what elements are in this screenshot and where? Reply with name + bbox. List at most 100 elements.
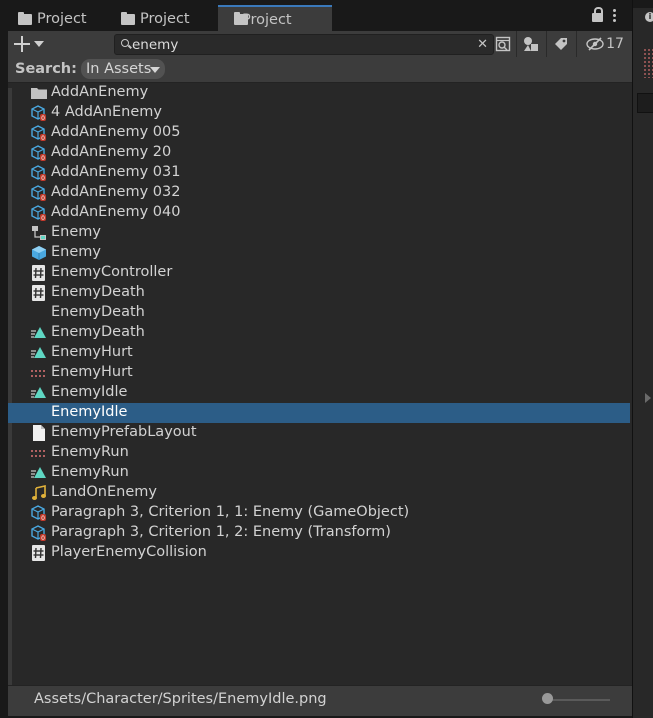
tab-project-3[interactable]: Project [218,5,332,33]
inspector-field[interactable] [637,93,653,113]
animation-clip-icon [31,385,47,401]
asset-row[interactable]: EnemyDeath [8,303,630,323]
asset-row[interactable]: 0 AddAnEnemy 031 [8,163,630,183]
hidden-count: 17 [606,36,624,52]
asset-row[interactable]: EnemyDeath [8,283,630,303]
shapes-filter-icon [524,37,538,51]
blank-icon [31,305,47,321]
folder-icon [121,12,135,25]
script-icon [31,545,47,561]
asset-row[interactable]: EnemyRun [8,463,630,483]
prefab-icon [31,245,47,261]
search-by-type-button[interactable] [492,33,514,55]
asset-name: AddAnEnemy [51,84,149,100]
tab-project-2[interactable]: Project [121,7,190,31]
asset-name: Paragraph 3, Criterion 1, 2: Enemy (Tran… [51,524,391,540]
svg-text:0: 0 [41,515,45,521]
search-field[interactable]: ✕ [114,34,494,55]
asset-row[interactable]: 0 4 AddAnEnemy [8,103,630,123]
asset-row[interactable]: 0 AddAnEnemy 032 [8,183,630,203]
asset-name: EnemyDeath [51,284,145,300]
search-input[interactable] [132,35,467,54]
asset-row[interactable]: PlayerEnemyCollision [8,543,630,563]
selected-asset-path: Assets/Character/Sprites/EnemyIdle.png [34,691,327,707]
search-icon [121,39,129,47]
animator-controller-icon [31,225,47,241]
sprite-sheet-icon [31,445,47,461]
kebab-menu-icon[interactable] [613,9,616,22]
prefab-variant-icon: 0 [31,205,47,222]
tab-project-1[interactable]: Project [18,7,87,31]
svg-text:0: 0 [41,155,45,161]
grid-dots-icon [643,48,653,78]
lock-icon[interactable] [592,7,603,22]
tab-strip: Project Project Project [0,0,632,33]
asset-name: EnemyDeath [51,304,145,320]
asset-row[interactable]: 0 AddAnEnemy 20 [8,143,630,163]
tab-label: Project [37,11,87,27]
create-button[interactable] [14,34,50,54]
asset-name: EnemyController [51,264,173,280]
svg-text:0: 0 [41,535,45,541]
hidden-packages-button[interactable]: 17 [584,33,626,55]
folder-icon [234,12,248,25]
asset-row[interactable]: AddAnEnemy [8,83,630,103]
asset-name: PlayerEnemyCollision [51,544,207,560]
asset-row[interactable]: 0 AddAnEnemy 005 [8,123,630,143]
asset-name: EnemyPrefabLayout [51,424,197,440]
asset-name: AddAnEnemy 20 [51,144,172,160]
tag-icon [555,38,567,50]
script-icon [31,285,47,301]
asset-row[interactable]: 0 Paragraph 3, Criterion 1, 1: Enemy (Gam… [8,503,630,523]
asset-name: EnemyRun [51,464,129,480]
asset-list: AddAnEnemy 0 4 AddAnEnemy 0 AddAnEnemy 005 0 A… [8,83,630,563]
icon-size-slider[interactable] [548,699,610,701]
asset-row[interactable]: 0 Paragraph 3, Criterion 1, 2: Enemy (Tra… [8,523,630,543]
asset-name: AddAnEnemy 031 [51,164,181,180]
clear-search-icon[interactable]: ✕ [477,37,488,52]
asset-name: Enemy [51,244,101,260]
svg-text:0: 0 [41,135,45,141]
filter-by-type-button[interactable] [520,33,542,55]
asset-row[interactable]: EnemyDeath [8,323,630,343]
icon-size-slider-handle[interactable] [542,693,553,704]
asset-row[interactable]: EnemyPrefabLayout [8,423,630,443]
asset-row[interactable]: EnemyHurt [8,343,630,363]
asset-row[interactable]: Enemy [8,243,630,263]
asset-row[interactable]: EnemyRun [8,443,630,463]
asset-row[interactable]: EnemyHurt [8,363,630,383]
asset-row[interactable]: LandOnEnemy [8,483,630,503]
search-scope-dropdown[interactable]: In Assets [81,59,166,79]
expand-arrow-icon[interactable] [645,393,651,403]
asset-name: AddAnEnemy 040 [51,204,181,220]
folder-icon [18,12,32,25]
filter-by-label-button[interactable] [550,33,572,55]
tab-tools [592,7,616,22]
asset-row[interactable]: EnemyIdle [8,383,630,403]
asset-row[interactable]: 0 AddAnEnemy 040 [8,203,630,223]
prefab-variant-icon: 0 [31,505,47,522]
animation-clip-icon [31,325,47,341]
plus-icon [14,36,30,52]
blank-icon [31,405,47,421]
project-panel: ✕ [8,31,632,716]
tab-label: Project [140,11,190,27]
animation-clip-icon [31,345,47,361]
folder-icon [31,85,47,101]
asset-name: EnemyRun [51,444,129,460]
prefab-variant-icon: 0 [31,525,47,542]
asset-name: EnemyHurt [51,344,133,360]
asset-name: Enemy [51,224,101,240]
asset-name: AddAnEnemy 005 [51,124,181,140]
prefab-variant-icon: 0 [31,145,47,162]
project-toolbar: ✕ [8,31,632,58]
asset-row[interactable]: EnemyIdle [8,403,630,423]
prefab-variant-icon: 0 [31,185,47,202]
asset-name: EnemyDeath [51,324,145,340]
info-icon[interactable]: i [645,12,653,22]
asset-row[interactable]: Enemy [8,223,630,243]
svg-text:0: 0 [41,175,45,181]
svg-text:0: 0 [41,115,45,121]
search-scope-bar: Search: In Assets [8,57,632,83]
asset-row[interactable]: EnemyController [8,263,630,283]
